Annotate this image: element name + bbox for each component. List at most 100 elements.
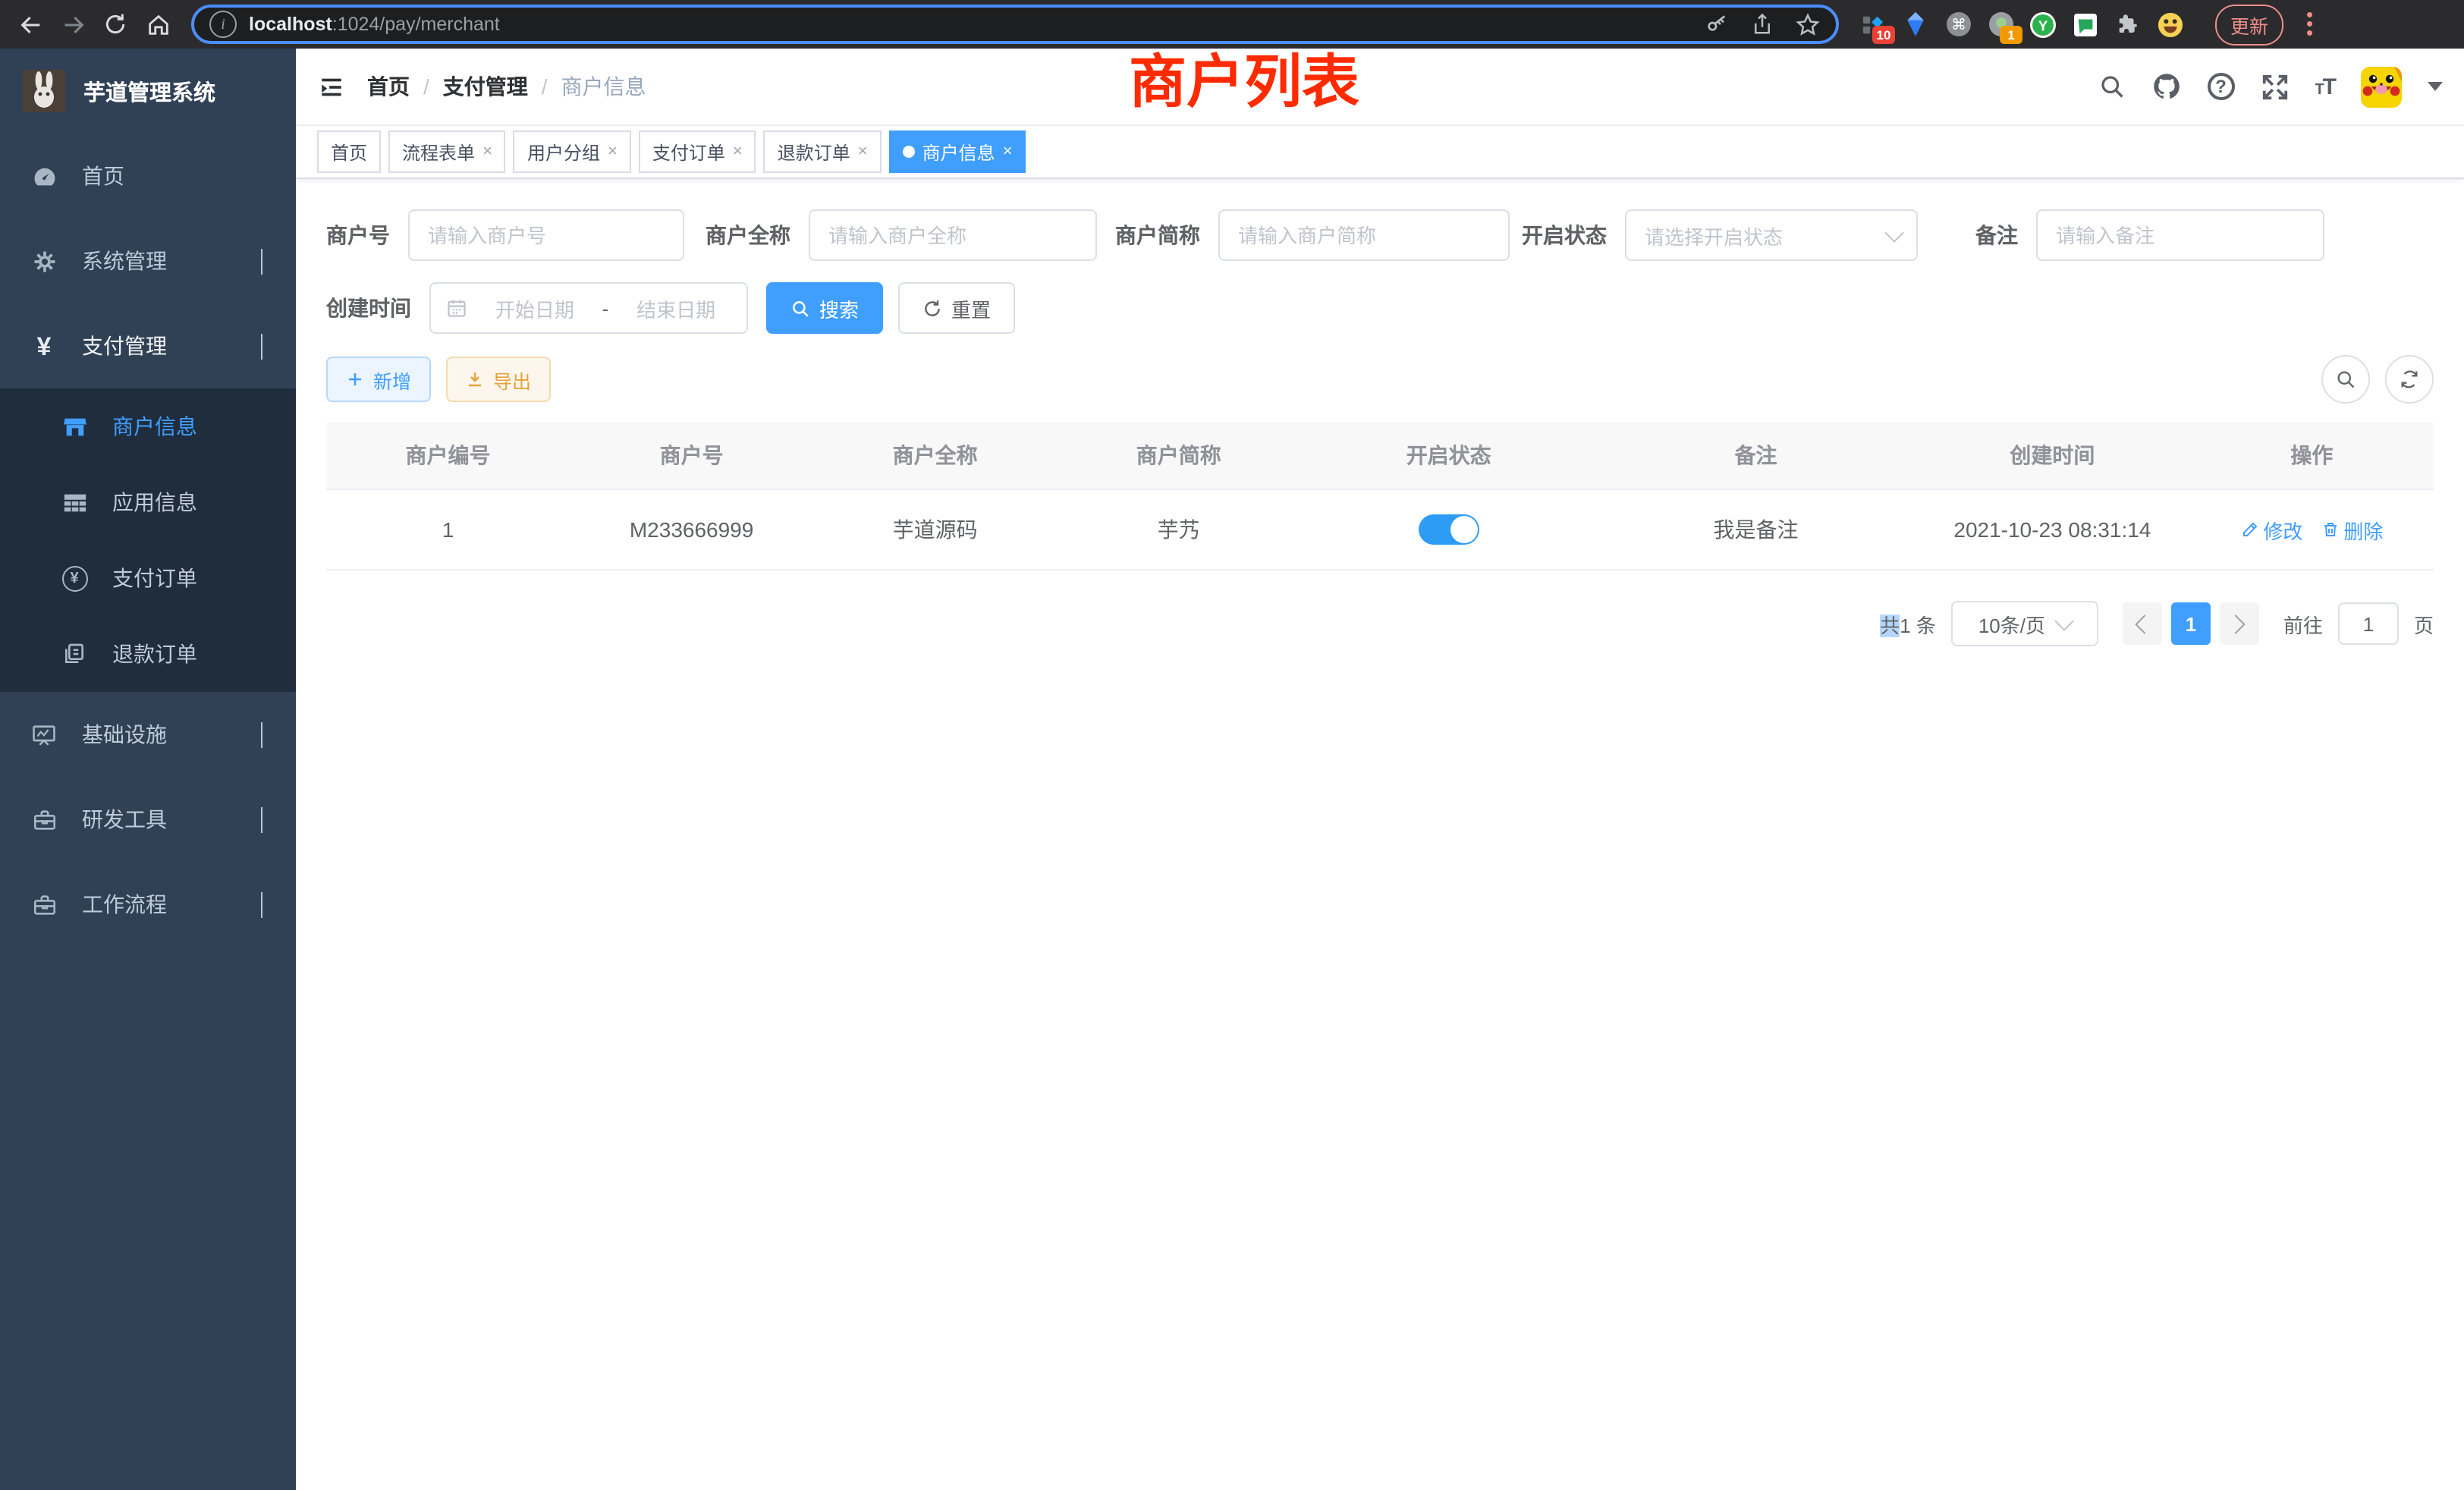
sidebar-item-dev-tools[interactable]: 研发工具 <box>0 777 296 862</box>
breadcrumb-home[interactable]: 首页 <box>367 71 410 102</box>
date-separator: - <box>602 297 609 319</box>
extension-gem-icon[interactable] <box>1903 11 1928 37</box>
extension-command-icon[interactable]: ⌘ <box>1945 11 1971 37</box>
sidebar-logo[interactable]: 芋道管理系统 <box>0 49 296 134</box>
add-button[interactable]: 新增 <box>326 357 431 402</box>
sidebar-item-system[interactable]: 系统管理 <box>0 218 296 303</box>
full-name-input[interactable] <box>809 209 1097 261</box>
short-name-input[interactable] <box>1218 209 1510 261</box>
user-avatar[interactable] <box>2361 66 2402 107</box>
grid-table-icon <box>61 489 88 515</box>
tab-close-icon[interactable]: × <box>733 143 743 160</box>
github-icon[interactable] <box>2151 71 2181 102</box>
reset-button[interactable]: 重置 <box>898 282 1015 334</box>
browser-extensions: 10 ⌘ 1 Y 更新 •• <box>1860 4 2313 45</box>
extension-gray-circle-icon[interactable]: 1 <box>1988 11 2013 37</box>
sidebar-item-label: 首页 <box>82 161 124 191</box>
page-number-1[interactable]: 1 <box>2171 602 2211 645</box>
sidebar-item-app-info[interactable]: 应用信息 <box>0 464 296 540</box>
yen-circle-icon: ¥ <box>61 565 88 591</box>
goto-page-input[interactable] <box>2338 602 2399 645</box>
browser-back-button[interactable] <box>12 6 49 42</box>
search-button[interactable]: 搜索 <box>766 282 883 334</box>
tab-pay-order[interactable]: 支付订单× <box>639 130 756 173</box>
help-icon[interactable]: ? <box>2207 73 2234 100</box>
document-copy-icon <box>61 642 88 666</box>
tab-user-group[interactable]: 用户分组× <box>514 130 631 173</box>
merchant-no-input[interactable] <box>408 209 684 261</box>
delete-link[interactable]: 删除 <box>2321 515 2383 544</box>
site-info-icon[interactable]: i <box>209 11 237 38</box>
sidebar-collapse-button[interactable] <box>317 74 346 99</box>
breadcrumb-separator: / <box>542 74 548 99</box>
next-page-button[interactable] <box>2220 602 2259 645</box>
chrome-update-button[interactable]: 更新 <box>2215 4 2283 45</box>
export-button-label: 导出 <box>493 365 531 394</box>
main-area: 首页 / 支付管理 / 商户信息 ? TT <box>296 49 2464 1490</box>
sidebar-item-refund-order[interactable]: 退款订单 <box>0 616 296 692</box>
remark-input[interactable] <box>2036 209 2324 261</box>
total-count: 共1 条 <box>1880 609 1936 638</box>
tab-close-icon[interactable]: × <box>1003 143 1013 160</box>
page-size-select[interactable]: 10条/页 <box>1951 601 2098 646</box>
extensions-puzzle-icon[interactable] <box>2115 11 2141 37</box>
header-search-icon[interactable] <box>2098 73 2125 100</box>
chevron-down-icon <box>2054 611 2073 630</box>
extension-emoji-icon[interactable] <box>2158 11 2183 37</box>
breadcrumb-pay[interactable]: 支付管理 <box>443 71 528 102</box>
app-title: 芋道管理系统 <box>83 75 215 107</box>
tab-merchant-info[interactable]: 商户信息× <box>889 130 1026 173</box>
fullscreen-icon[interactable] <box>2260 72 2289 101</box>
share-icon[interactable] <box>1751 12 1774 36</box>
search-icon <box>790 298 810 318</box>
status-select-placeholder: 请选择开启状态 <box>1645 221 1887 250</box>
sidebar-item-merchant-info[interactable]: 商户信息 <box>0 388 296 464</box>
prev-page-button[interactable] <box>2123 602 2162 645</box>
cell-actions: 修改 删除 <box>2190 491 2434 568</box>
plus-icon <box>346 370 364 388</box>
start-date-placeholder: 开始日期 <box>479 294 590 322</box>
browser-reload-button[interactable] <box>97 6 134 42</box>
column-header: 商户全称 <box>813 422 1057 489</box>
show-search-toggle-button[interactable] <box>2321 355 2370 404</box>
tab-process-form[interactable]: 流程表单× <box>388 130 506 173</box>
chrome-menu-icon[interactable]: ••• <box>2306 11 2313 38</box>
url-text[interactable]: localhost:1024/pay/merchant <box>249 14 1693 35</box>
bookmark-star-icon[interactable] <box>1795 11 1821 37</box>
tab-close-icon[interactable]: × <box>482 143 492 160</box>
avatar-caret-icon[interactable] <box>2428 82 2443 91</box>
font-size-icon[interactable]: TT <box>2315 74 2335 99</box>
export-button[interactable]: 导出 <box>446 357 551 402</box>
pencil-icon <box>2240 520 2258 539</box>
sidebar-item-workflow[interactable]: 工作流程 <box>0 862 296 947</box>
sidebar-item-home[interactable]: 首页 <box>0 134 296 218</box>
browser-home-button[interactable] <box>140 6 176 42</box>
tab-close-icon[interactable]: × <box>858 143 868 160</box>
refresh-table-button[interactable] <box>2385 355 2434 404</box>
browser-forward-button[interactable] <box>55 6 91 42</box>
sidebar-item-infra[interactable]: 基础设施 <box>0 692 296 777</box>
breadcrumb-current: 商户信息 <box>561 71 646 102</box>
tab-home[interactable]: 首页 <box>317 130 381 173</box>
tab-refund-order[interactable]: 退款订单× <box>764 130 882 173</box>
extension-badge: 1 <box>2000 25 2022 43</box>
edit-link[interactable]: 修改 <box>2240 515 2302 544</box>
table-row: 1 M233666999 芋道源码 芋艿 我是备注 2021-10-23 08:… <box>326 490 2434 571</box>
tab-close-icon[interactable]: × <box>608 143 618 160</box>
briefcase-icon <box>30 891 58 917</box>
forward-arrow-icon <box>60 11 86 37</box>
column-header: 创建时间 <box>1915 422 2190 489</box>
sidebar-item-pay[interactable]: ¥ 支付管理 <box>0 303 296 388</box>
status-toggle[interactable] <box>1419 514 1479 545</box>
extension-y-icon[interactable]: Y <box>2030 11 2056 37</box>
column-header: 商户号 <box>570 422 813 489</box>
address-bar[interactable]: i localhost:1024/pay/merchant <box>191 5 1839 44</box>
extension-colorful-icon[interactable]: 10 <box>1860 11 1886 37</box>
extension-chat-icon[interactable] <box>2073 11 2098 37</box>
sidebar-item-label: 应用信息 <box>112 487 197 517</box>
create-time-range-picker[interactable]: 开始日期 - 结束日期 <box>429 282 748 334</box>
password-key-icon[interactable] <box>1705 12 1730 36</box>
sidebar-item-pay-order[interactable]: ¥ 支付订单 <box>0 540 296 616</box>
status-select[interactable]: 请选择开启状态 <box>1625 209 1918 261</box>
monitor-icon <box>30 721 58 747</box>
